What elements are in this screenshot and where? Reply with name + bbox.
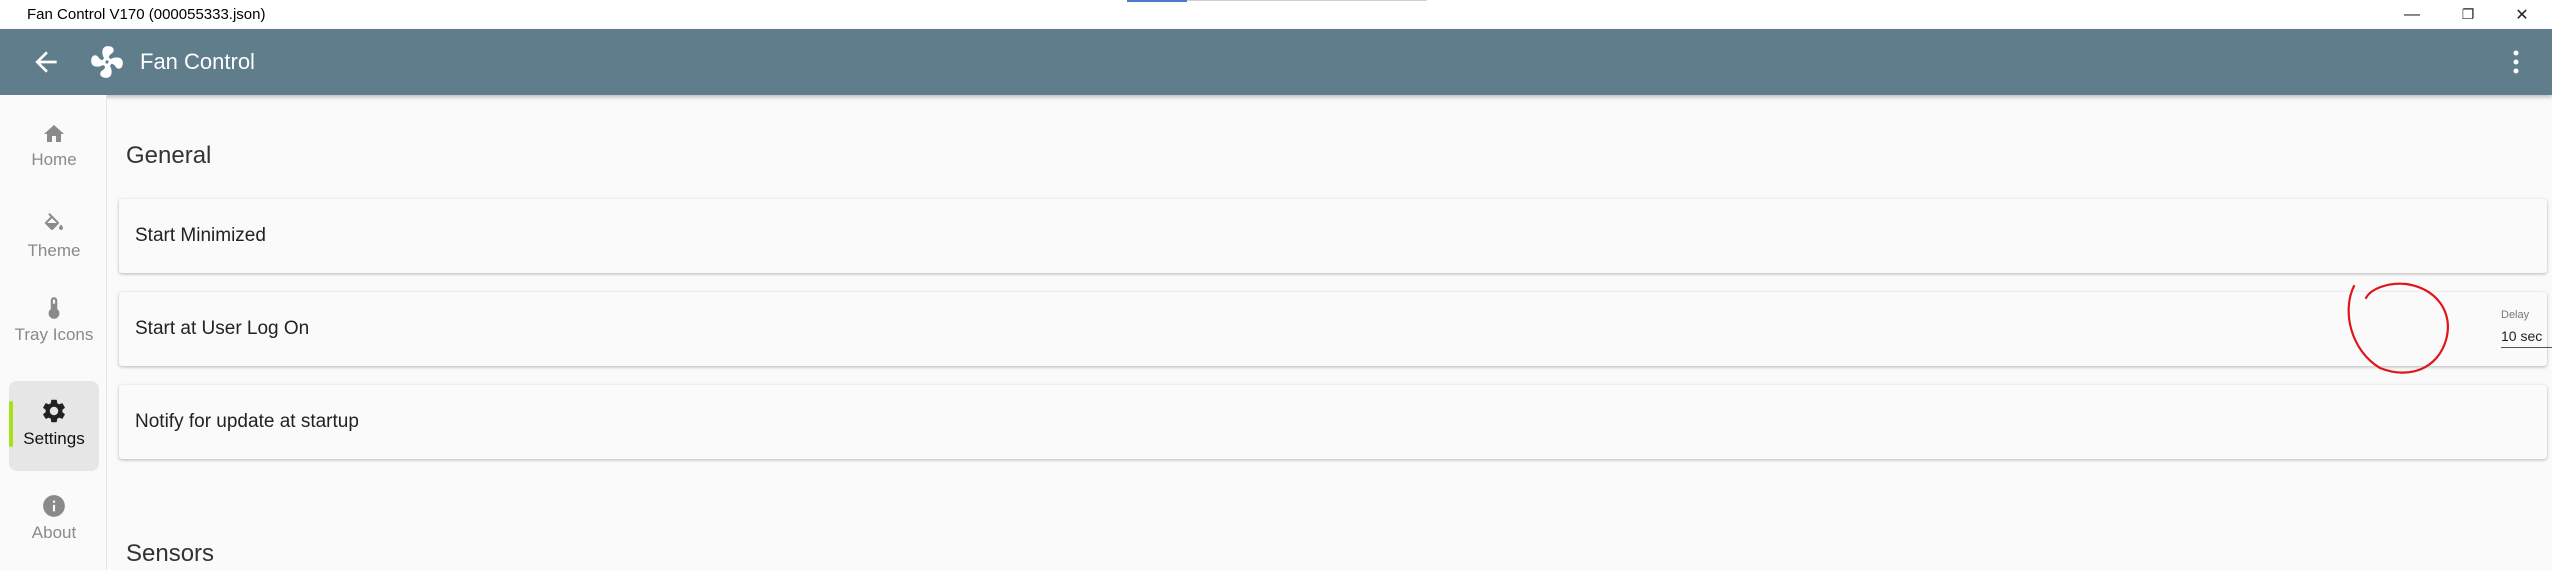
sidebar-item-label: Settings: [23, 429, 85, 448]
active-indicator: [9, 401, 13, 447]
section-title-general: General: [126, 142, 212, 169]
sidebar-item-theme[interactable]: Theme: [9, 213, 99, 275]
minimize-button[interactable]: —: [2382, 0, 2442, 29]
section-title-sensors: Sensors: [126, 540, 215, 567]
restore-button[interactable]: ❐: [2438, 0, 2498, 29]
sidebar-item-home[interactable]: Home: [9, 122, 99, 184]
more-vert-icon: [2513, 50, 2519, 74]
setting-start-at-logon: Start at User Log On Delay 10 sec + -: [119, 292, 2552, 366]
more-menu-button[interactable]: [2504, 45, 2528, 79]
delay-label: Delay: [2501, 309, 2530, 321]
sidebar-item-label: Tray Icons: [14, 325, 94, 344]
arrow-left-icon: [35, 51, 57, 73]
back-button[interactable]: [30, 46, 62, 78]
setting-start-minimized: Start Minimized: [119, 199, 2547, 273]
app-bar: Fan Control: [0, 29, 2552, 95]
sidebar-item-settings[interactable]: Settings: [9, 381, 99, 471]
setting-label: Notify for update at startup: [135, 411, 359, 432]
app-title: Fan Control: [140, 49, 255, 74]
titlebar-indicator: [1127, 0, 1427, 3]
gear-icon: [43, 399, 65, 423]
sidebar-item-label: About: [31, 523, 77, 542]
fan-icon: [88, 43, 126, 81]
window-title: Fan Control V170 (000055333.json): [27, 6, 266, 23]
paint-bucket-icon: [44, 213, 63, 230]
home-icon: [44, 125, 64, 142]
window-title-bar: Fan Control V170 (000055333.json) — ❐ ✕: [0, 0, 2552, 29]
sidebar-item-tray-icons[interactable]: Tray Icons: [9, 295, 99, 375]
delay-stepper: Delay 10 sec + -: [2494, 306, 2552, 356]
setting-label: Start Minimized: [135, 225, 266, 246]
sidebar-item-label: Home: [31, 150, 77, 169]
info-icon: [43, 495, 65, 517]
setting-label: Start at User Log On: [135, 318, 310, 339]
close-button[interactable]: ✕: [2492, 0, 2552, 29]
sidebar-item-about[interactable]: About: [9, 493, 99, 555]
delay-value-field[interactable]: 10 sec: [2501, 328, 2542, 344]
sidebar: Home Theme Tray Icons Settings About: [0, 95, 107, 570]
setting-notify-update: Notify for update at startup: [119, 385, 2547, 459]
thermometer-icon: [48, 297, 60, 319]
sidebar-item-label: Theme: [27, 241, 81, 260]
